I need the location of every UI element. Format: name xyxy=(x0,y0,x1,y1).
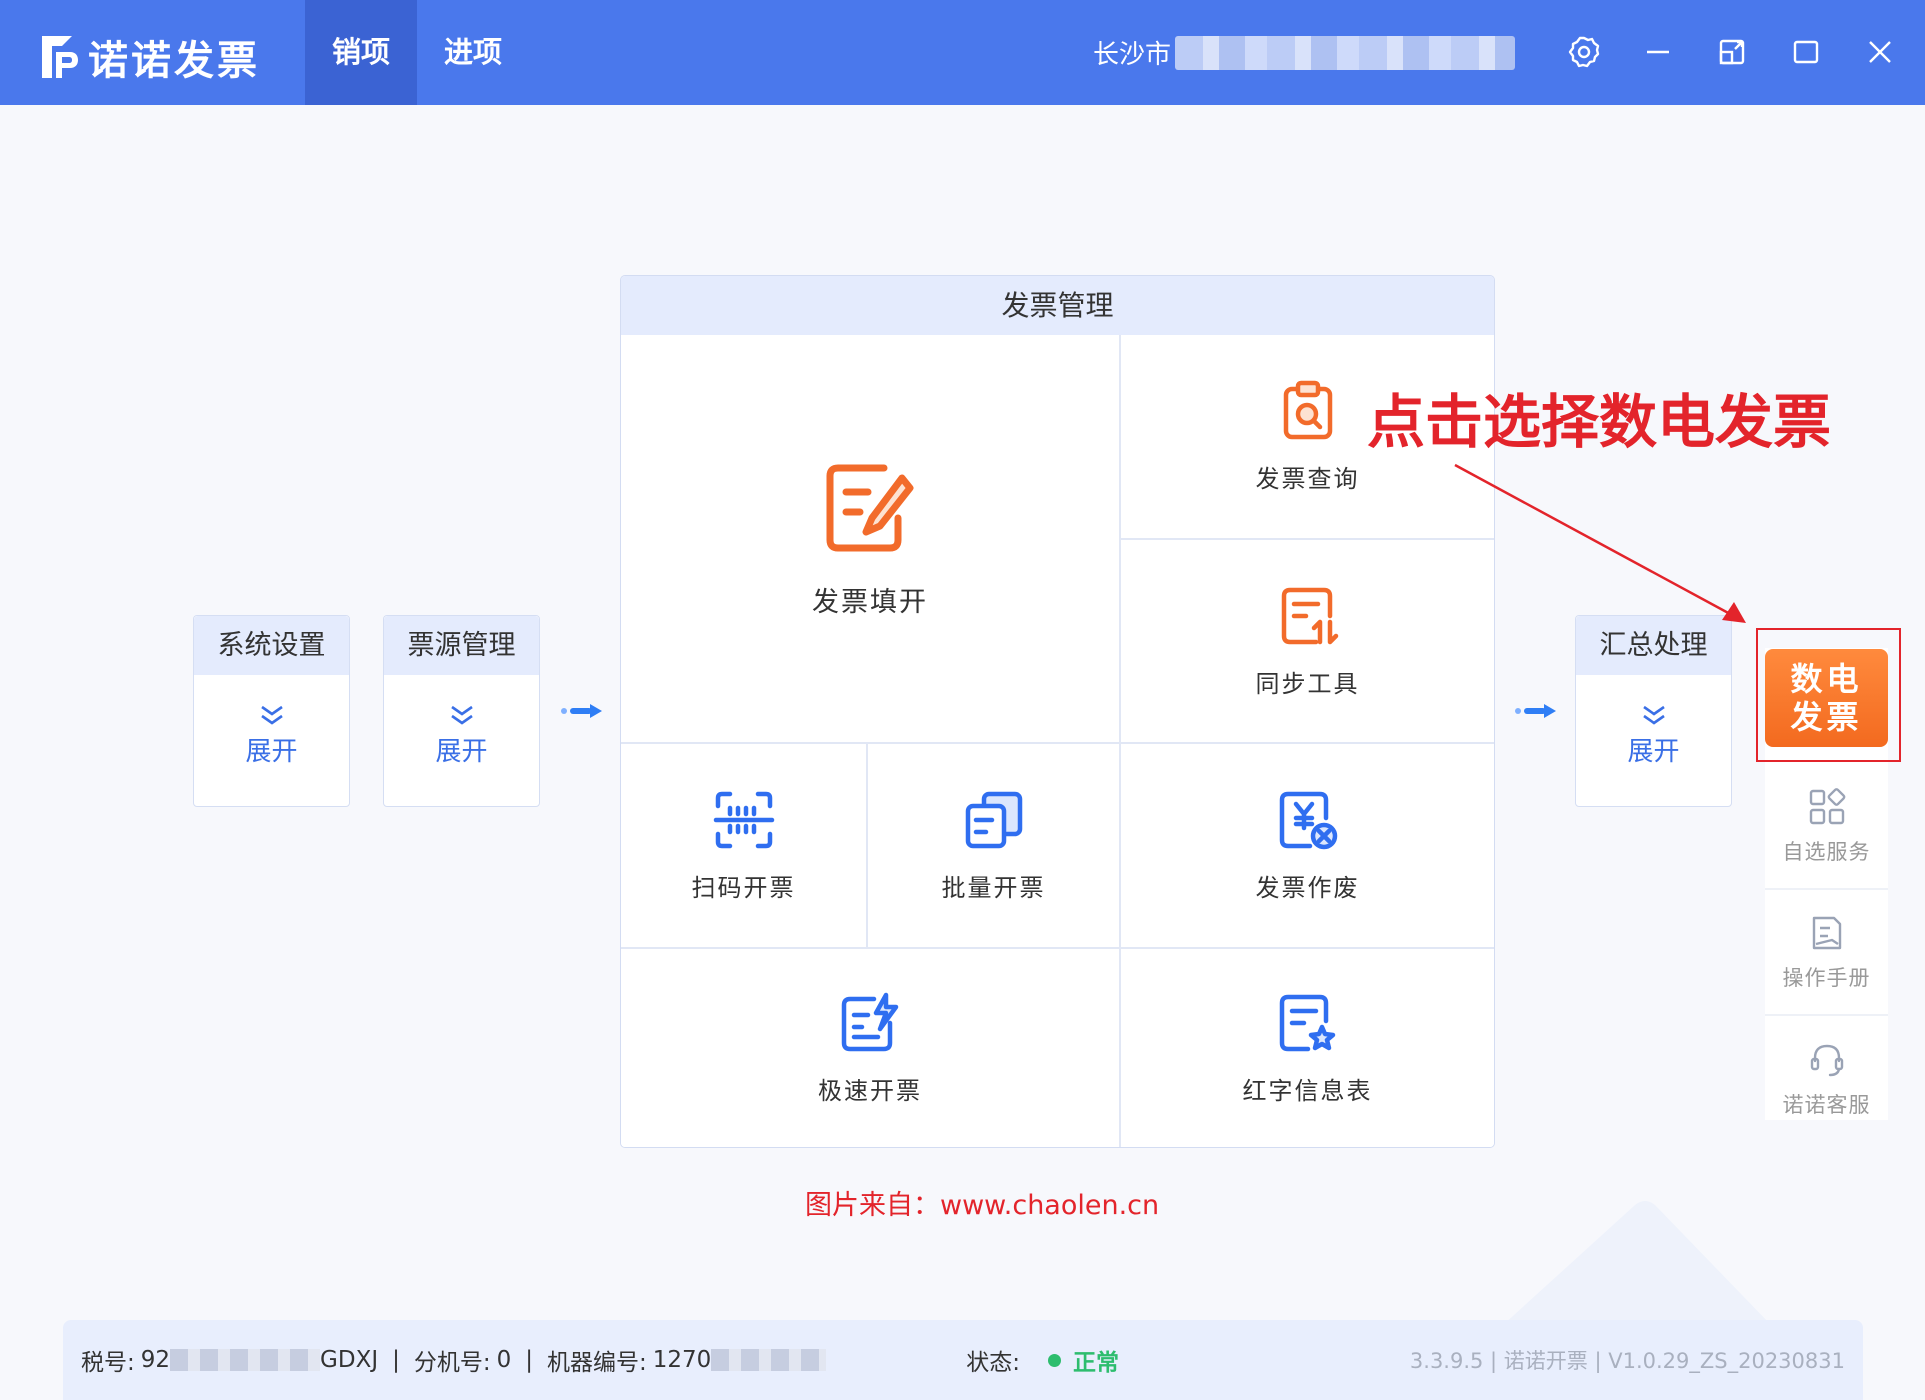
separator: | xyxy=(525,1347,533,1373)
expand-label: 展开 xyxy=(1627,737,1680,767)
chevron-double-down-icon xyxy=(1642,705,1665,725)
sidebar-item-custom-service[interactable]: 自选服务 xyxy=(1765,766,1888,890)
headset-icon xyxy=(1810,1044,1843,1077)
invoice-management-panel: 发票管理 发票填开 发票查询 同步工具 扫码开票 批量开票 发票作废 极速开票 … xyxy=(620,275,1495,1148)
maximize-button[interactable] xyxy=(1784,30,1828,74)
tile-label: 扫码开票 xyxy=(691,874,796,902)
red-letter-form-icon xyxy=(1279,994,1335,1051)
tile-label: 发票作废 xyxy=(1255,874,1360,902)
restore-icon xyxy=(1719,39,1745,65)
settings-button[interactable] xyxy=(1562,30,1606,74)
card-invoice-source: 票源管理 展开 xyxy=(383,615,540,807)
chevron-double-down-icon xyxy=(450,705,473,725)
close-icon xyxy=(1869,41,1891,63)
tile-label: 红字信息表 xyxy=(1242,1076,1373,1105)
expand-label: 展开 xyxy=(245,737,298,767)
sidebar-item-label: 诺诺客服 xyxy=(1782,1093,1871,1117)
minimize-icon xyxy=(1647,50,1669,54)
scan-icon xyxy=(713,791,774,849)
expand-button[interactable]: 展开 xyxy=(194,703,349,768)
branch-value: 0 xyxy=(496,1347,512,1373)
minimize-button[interactable] xyxy=(1636,30,1680,74)
tax-id-prefix: 92 xyxy=(140,1347,171,1373)
tax-id-redacted xyxy=(170,1349,321,1371)
edit-document-icon xyxy=(826,464,914,552)
card-title: 票源管理 xyxy=(384,616,539,675)
flow-arrow-icon xyxy=(561,704,602,718)
tile-label: 同步工具 xyxy=(1255,669,1360,698)
invoice-void-tile[interactable]: 发票作废 xyxy=(1121,744,1494,949)
status-bar: 税号: 92 GDXJ | 分机号: 0 | 机器编号: 1270 状态: 正常… xyxy=(63,1320,1863,1400)
company-prefix: 长沙市 xyxy=(1093,40,1172,70)
settings-icon xyxy=(1568,36,1600,68)
expand-button[interactable]: 展开 xyxy=(384,703,539,768)
app-name: 诺诺发票 xyxy=(88,38,260,84)
close-button[interactable] xyxy=(1858,30,1902,74)
title-bar: 诺诺发票 销项 进项 长沙市 xyxy=(0,0,1925,105)
manual-icon xyxy=(1812,916,1841,950)
logo-icon xyxy=(42,36,78,78)
state-value: 正常 xyxy=(1073,1350,1120,1376)
tax-id-suffix: GDXJ xyxy=(320,1347,379,1373)
highlight-box xyxy=(1756,628,1901,762)
sidebar-item-customer-service[interactable]: 诺诺客服 xyxy=(1765,1018,1888,1142)
app-logo: 诺诺发票 xyxy=(38,28,260,86)
sidebar-item-label: 操作手册 xyxy=(1782,966,1871,990)
annotation-arrow-icon xyxy=(1454,463,1746,623)
machine-label: 机器编号: xyxy=(547,1350,647,1376)
maximize-icon xyxy=(1793,40,1819,64)
sync-doc-icon xyxy=(1281,587,1338,644)
card-system-settings: 系统设置 展开 xyxy=(193,615,350,807)
expand-label: 展开 xyxy=(435,737,488,767)
card-title: 系统设置 xyxy=(194,616,349,675)
tile-label: 批量开票 xyxy=(941,874,1046,902)
tax-id-label: 税号: xyxy=(81,1350,135,1376)
apps-icon xyxy=(1809,788,1845,825)
company-name: 长沙市 xyxy=(1093,34,1516,71)
batch-invoice-tile[interactable]: 批量开票 xyxy=(868,744,1121,949)
fast-invoice-icon xyxy=(841,992,899,1051)
tab-purchase[interactable]: 进项 xyxy=(417,0,529,105)
fast-invoice-tile[interactable]: 极速开票 xyxy=(621,949,1121,1147)
company-name-redacted xyxy=(1175,35,1516,70)
expand-button[interactable]: 展开 xyxy=(1576,703,1731,768)
tile-label: 发票查询 xyxy=(1255,465,1360,493)
sync-tool-tile[interactable]: 同步工具 xyxy=(1121,540,1494,744)
status-dot xyxy=(1048,1347,1073,1373)
chevron-double-down-icon xyxy=(260,705,283,725)
clipboard-search-icon xyxy=(1283,380,1332,440)
tile-label: 发票填开 xyxy=(812,587,928,618)
branch-label: 分机号: xyxy=(413,1350,491,1376)
tile-label: 极速开票 xyxy=(818,1076,922,1105)
sidebar-item-label: 自选服务 xyxy=(1782,840,1871,864)
invoice-issue-tile[interactable]: 发票填开 xyxy=(621,335,1121,744)
image-credit: 图片来自：www.chaolen.cn xyxy=(805,1190,1160,1221)
flow-arrow-icon xyxy=(1515,704,1556,718)
instruction-annotation: 点击选择数电发票 xyxy=(1367,388,1832,456)
restore-button[interactable] xyxy=(1710,30,1754,74)
separator: | xyxy=(392,1347,400,1373)
sidebar-item-manual[interactable]: 操作手册 xyxy=(1765,892,1888,1016)
batch-copy-icon xyxy=(965,791,1022,849)
red-letter-form-tile[interactable]: 红字信息表 xyxy=(1121,949,1494,1147)
void-invoice-icon xyxy=(1279,791,1337,850)
machine-prefix: 1270 xyxy=(652,1347,712,1373)
version-info: 3.3.9.5 | 诺诺开票 | V1.0.29_ZS_20230831 xyxy=(1409,1349,1845,1373)
tab-sales[interactable]: 销项 xyxy=(305,0,417,105)
scan-invoice-tile[interactable]: 扫码开票 xyxy=(621,744,868,949)
state-label: 状态: xyxy=(966,1350,1021,1376)
machine-redacted xyxy=(711,1349,827,1371)
card-summary-processing: 汇总处理 展开 xyxy=(1575,615,1732,807)
panel-title: 发票管理 xyxy=(621,276,1494,335)
